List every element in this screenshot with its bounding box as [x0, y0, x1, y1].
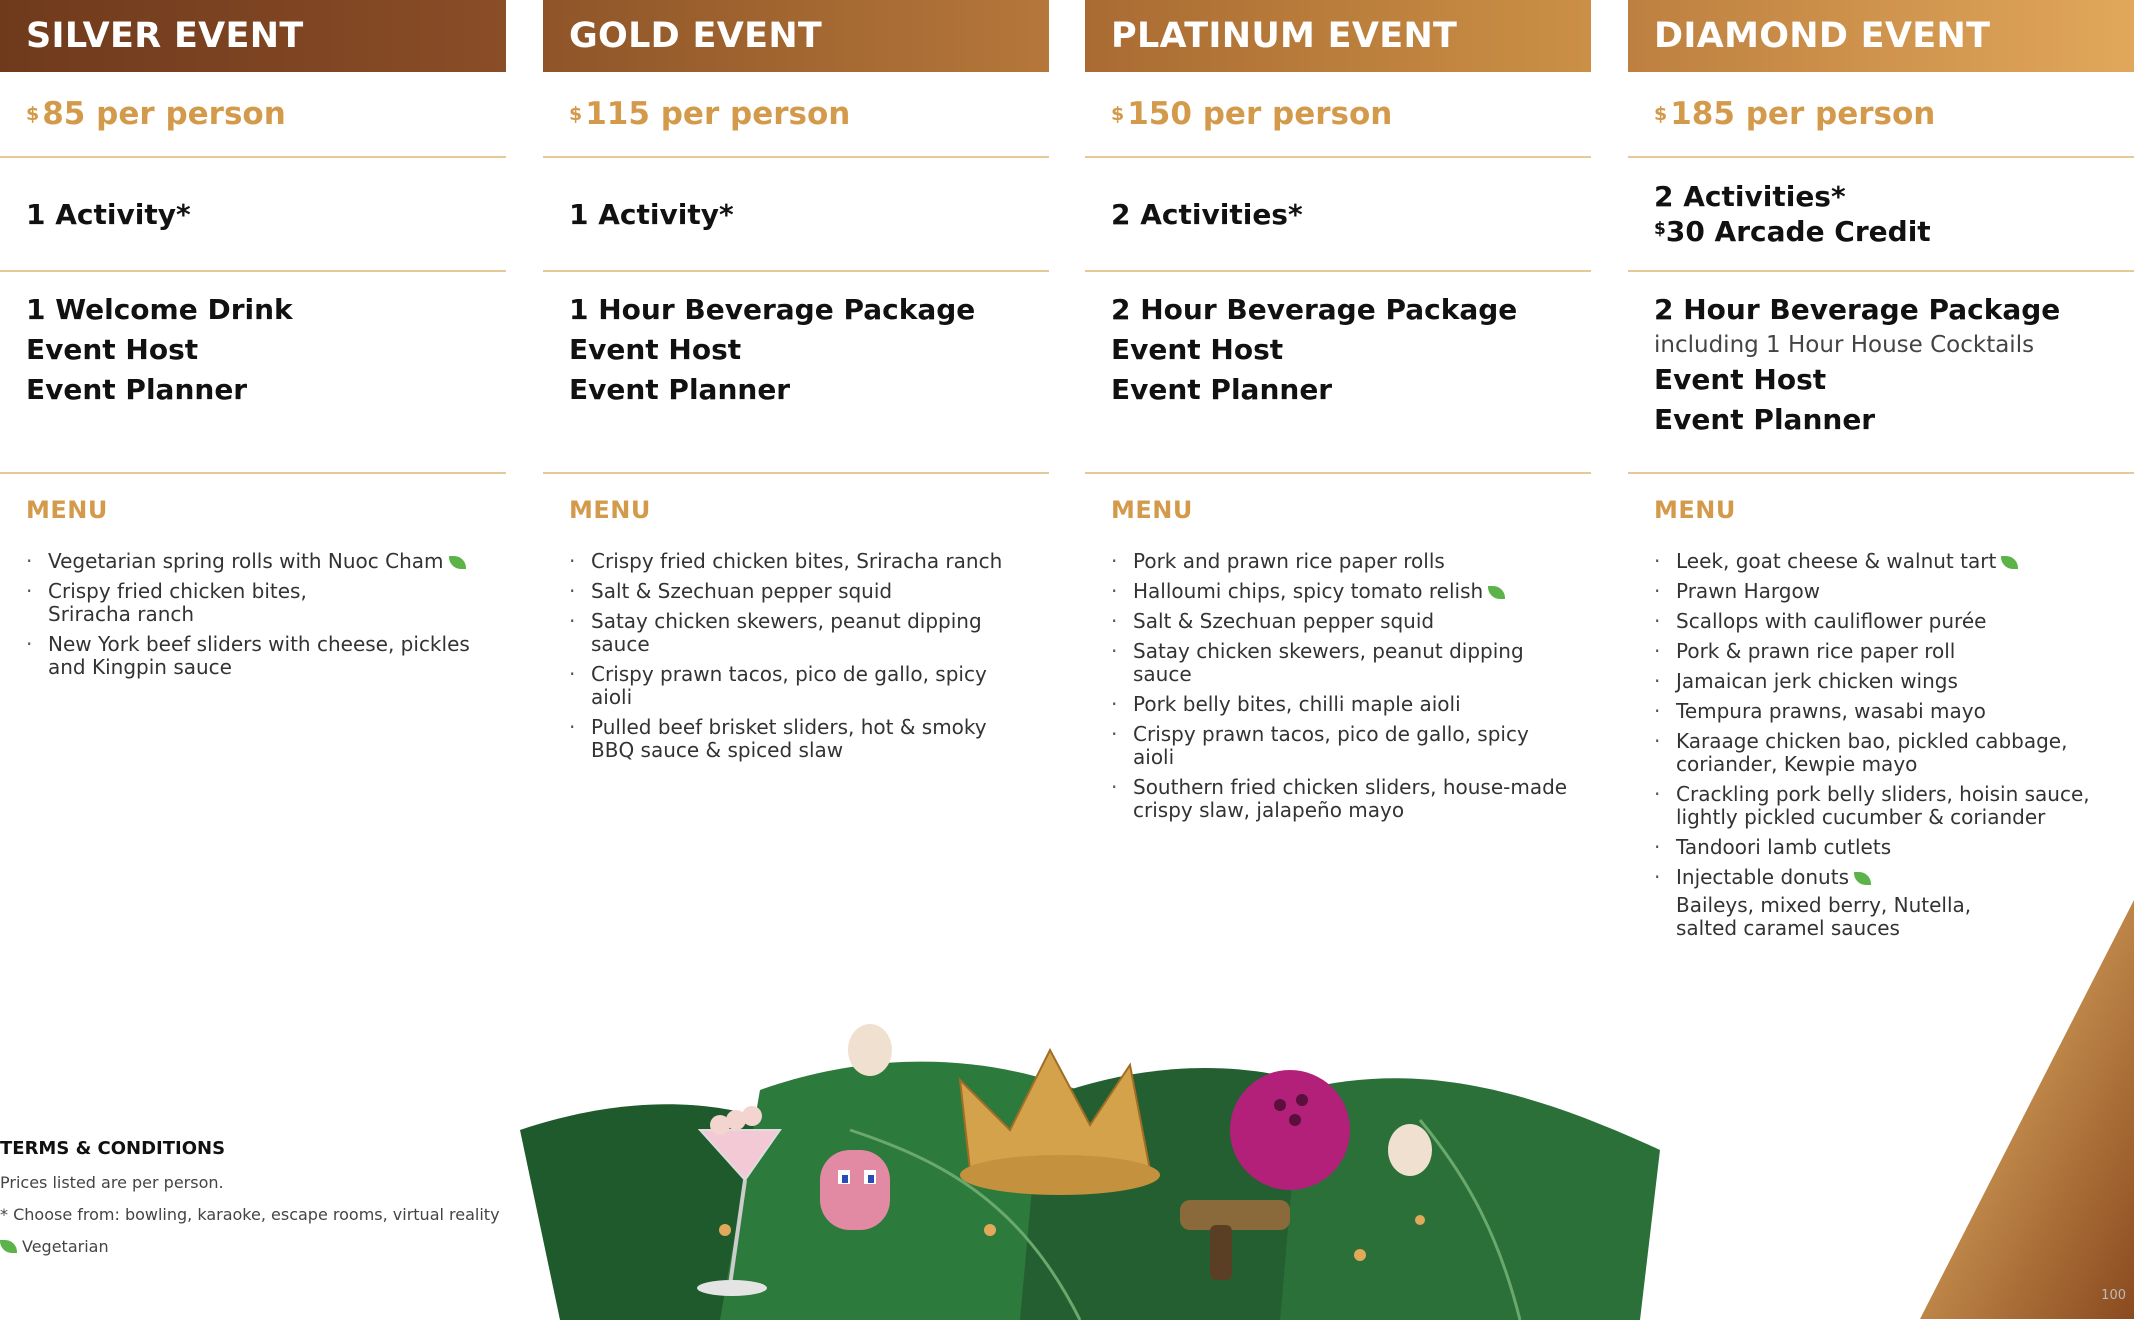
pixel-ghost-illustration [820, 1150, 890, 1230]
bowling-ball-illustration [1230, 1070, 1350, 1190]
veg-legend: Vegetarian [0, 1237, 520, 1256]
page-number: 100 [2101, 1288, 2126, 1303]
leaf-icon [0, 1240, 17, 1253]
terms-title: TERMS & CONDITIONS [0, 1138, 226, 1159]
terms-line: Prices listed are per person. [0, 1173, 224, 1192]
terms-and-conditions: TERMS & CONDITIONS Prices listed are per… [0, 1138, 520, 1269]
terms-line: * Choose from: bowling, karaoke, escape … [0, 1205, 500, 1224]
party-illustration [520, 1024, 1660, 1320]
